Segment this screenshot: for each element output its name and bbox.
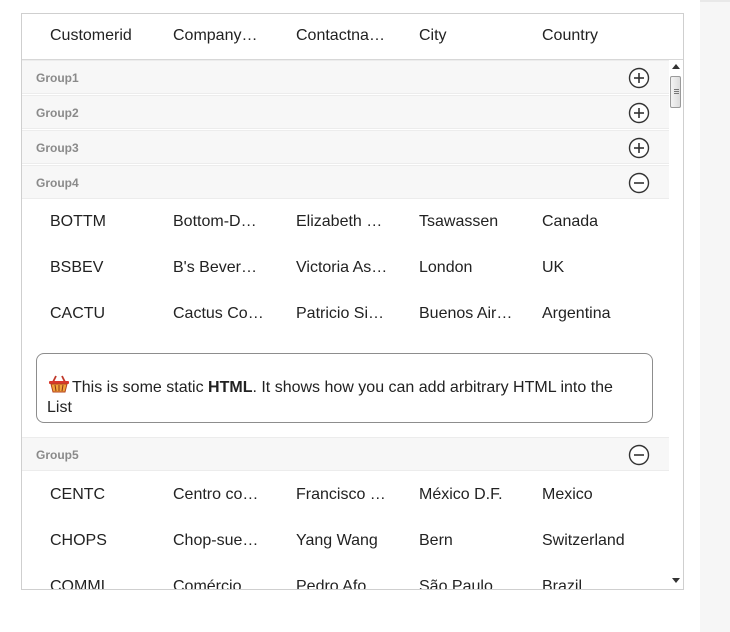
cell-city: Tsawassen	[419, 213, 499, 230]
plus-icon[interactable]	[628, 102, 650, 124]
static-text-bold: HTML	[208, 379, 253, 396]
group-label: Group4	[36, 176, 79, 190]
cell-customerid: BOTTM	[50, 213, 106, 230]
vertical-scrollbar[interactable]	[669, 60, 683, 589]
cell-country: UK	[542, 259, 565, 276]
cell-city: Bern	[419, 532, 453, 549]
scroll-up-arrow-icon[interactable]	[672, 64, 680, 69]
cell-country: Mexico	[542, 486, 593, 503]
cell-country: Argentina	[542, 305, 611, 322]
group-label: Group3	[36, 141, 79, 155]
list-item-chops[interactable]: CHOPS Chop-suey… Yang Wang Bern Switzerl…	[22, 518, 669, 564]
cell-companyname: Centro co…	[173, 486, 259, 503]
cell-companyname: Cactus Co…	[173, 305, 264, 322]
cell-city: Buenos Air…	[419, 305, 513, 322]
group-header-group3[interactable]: Group3	[22, 130, 669, 164]
group-header-group5[interactable]: Group5	[22, 437, 669, 471]
list-item-bsbev[interactable]: BSBEV B's Bevera… Victoria As… London UK	[22, 245, 669, 291]
minus-icon[interactable]	[628, 444, 650, 466]
basket-icon	[49, 375, 69, 393]
cell-country: Switzerland	[542, 532, 625, 549]
cell-contactname: Elizabeth …	[296, 213, 383, 230]
group-label: Group5	[36, 448, 79, 462]
grouped-list: Customerid Companyn… Contactna… City Cou…	[21, 13, 684, 590]
list-item-cactu[interactable]: CACTU Cactus Co… Patricio Si… Buenos Air…	[22, 291, 669, 337]
list-item-centc[interactable]: CENTC Centro co… Francisco … México D.F.…	[22, 472, 669, 518]
scrollbar-thumb[interactable]	[670, 76, 681, 108]
group-label: Group2	[36, 106, 79, 120]
cell-companyname: Bottom-Do…	[173, 213, 265, 230]
list-item-commi[interactable]: COMMI Comércio… Pedro Afo… São Paulo Bra…	[22, 564, 669, 589]
column-header-country[interactable]: Country	[542, 27, 634, 45]
cell-companyname: Comércio…	[173, 578, 258, 589]
cell-companyname: B's Bevera…	[173, 259, 265, 276]
cell-city: London	[419, 259, 473, 276]
cell-customerid: CHOPS	[50, 532, 107, 549]
column-header-contactname[interactable]: Contactna…	[296, 27, 388, 45]
plus-icon[interactable]	[628, 137, 650, 159]
list-header: Customerid Companyn… Contactna… City Cou…	[22, 14, 683, 60]
cell-contactname: Yang Wang	[296, 532, 378, 549]
cell-contactname: Pedro Afo…	[296, 578, 383, 589]
group-label: Group1	[36, 71, 79, 85]
page-right-gutter	[700, 0, 730, 632]
static-html-box: This is some static HTML. It shows how y…	[36, 353, 653, 423]
cell-contactname: Francisco …	[296, 486, 386, 503]
cell-country: Brazil	[542, 578, 583, 589]
cell-city: México D.F.	[419, 486, 503, 503]
plus-icon[interactable]	[628, 67, 650, 89]
group-header-group4[interactable]: Group4	[22, 165, 669, 199]
static-text-before: This is some static	[72, 379, 209, 396]
column-header-customerid[interactable]: Customerid	[50, 27, 142, 45]
list-body[interactable]: Group1 Group2 Group3 Group4 BOTTM Bottom…	[22, 60, 669, 589]
column-header-city[interactable]: City	[419, 27, 511, 45]
group-header-group1[interactable]: Group1	[22, 60, 669, 94]
scroll-down-arrow-icon[interactable]	[672, 578, 680, 583]
minus-icon[interactable]	[628, 172, 650, 194]
cell-customerid: CENTC	[50, 486, 106, 503]
cell-contactname: Patricio Si…	[296, 305, 385, 322]
cell-customerid: BSBEV	[50, 259, 104, 276]
cell-customerid: CACTU	[50, 305, 106, 322]
list-item-bottm[interactable]: BOTTM Bottom-Do… Elizabeth … Tsawassen C…	[22, 199, 669, 245]
cell-contactname: Victoria As…	[296, 259, 388, 276]
cell-companyname: Chop-suey…	[173, 532, 265, 549]
cell-city: São Paulo	[419, 578, 493, 589]
column-header-companyname[interactable]: Companyn…	[173, 27, 265, 45]
cell-customerid: COMMI	[50, 578, 106, 589]
group-header-group2[interactable]: Group2	[22, 95, 669, 129]
cell-country: Canada	[542, 213, 599, 230]
static-html-text: This is some static HTML. It shows how y…	[47, 374, 637, 418]
